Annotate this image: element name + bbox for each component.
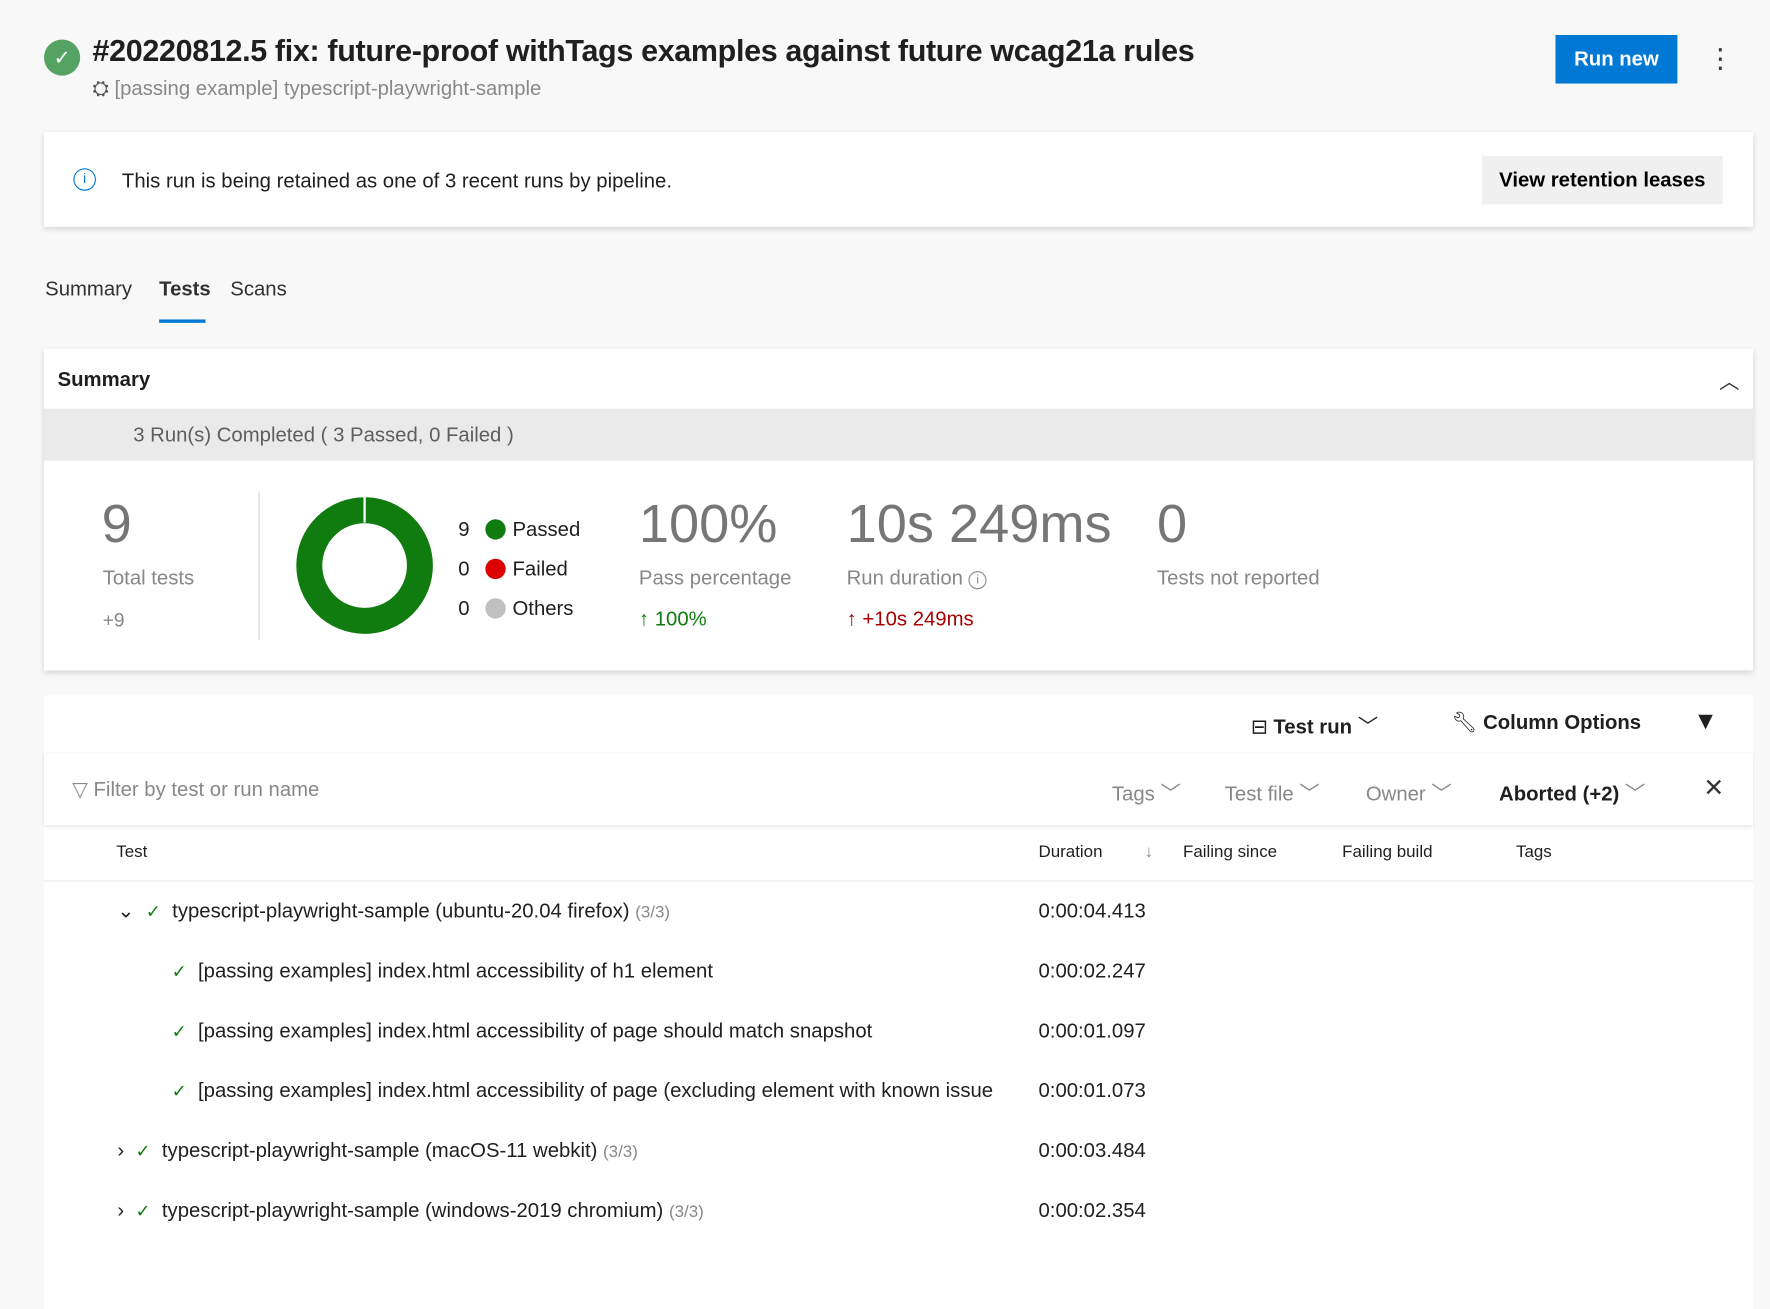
column-header-duration[interactable]: Duration — [1038, 842, 1102, 861]
arrow-up-icon: ↑ — [846, 607, 863, 630]
row-duration: 0:00:02.354 — [1038, 1198, 1146, 1222]
total-tests-value: 9 — [101, 494, 132, 555]
check-circle-icon: ✓ — [44, 39, 81, 76]
tab-scans[interactable]: Scans — [230, 278, 286, 302]
table-row[interactable]: ✓ [passing examples] index.html accessib… — [172, 959, 1016, 983]
pass-percentage-label: Pass percentage — [638, 566, 792, 590]
column-header-failing-since[interactable]: Failing since — [1183, 842, 1277, 861]
check-icon: ✓ — [135, 1142, 151, 1162]
check-icon: ✓ — [171, 962, 187, 983]
more-options-icon[interactable]: ⋮ — [1707, 43, 1734, 76]
run-duration-label: Run duration i — [847, 567, 987, 591]
divider — [258, 492, 260, 641]
row-duration: 0:00:03.484 — [1038, 1138, 1146, 1162]
info-icon: i — [73, 168, 96, 191]
summary-heading: Summary — [57, 367, 151, 391]
owner-dropdown[interactable]: Owner ﹀ — [1366, 778, 1452, 807]
group-icon: ⊟ — [1250, 715, 1274, 739]
test-run-groupby-button[interactable]: ⊟ Test run ﹀ — [1251, 711, 1378, 740]
view-retention-leases-button[interactable]: View retention leases — [1482, 155, 1723, 205]
filter-funnel-icon: ▽ — [72, 777, 94, 801]
chevron-down-icon: ⌄ — [117, 899, 135, 923]
header-divider — [44, 880, 1754, 882]
pass-percentage-value: 100% — [638, 494, 778, 555]
pass-percentage-delta: ↑ 100% — [638, 607, 707, 630]
chevron-down-icon: ﹀ — [1160, 782, 1181, 805]
run-new-button[interactable]: Run new — [1555, 34, 1678, 84]
total-tests-delta: +9 — [102, 609, 125, 631]
chevron-right-icon: › — [117, 1198, 125, 1222]
run-duration-delta: ↑ +10s 249ms — [846, 607, 974, 630]
table-row[interactable]: ⌄ ✓ typescript-playwright-sample (ubuntu… — [117, 900, 670, 924]
test-file-dropdown[interactable]: Test file ﹀ — [1225, 778, 1320, 807]
check-icon: ✓ — [145, 903, 161, 923]
wrench-icon: 🔧︎ — [1451, 711, 1484, 734]
tags-dropdown[interactable]: Tags ﹀ — [1112, 778, 1181, 807]
row-duration: 0:00:01.073 — [1038, 1079, 1146, 1102]
table-row[interactable]: › ✓ typescript-playwright-sample (macOS-… — [117, 1139, 637, 1163]
check-icon: ✓ — [135, 1202, 151, 1222]
not-reported-label: Tests not reported — [1157, 566, 1320, 590]
chevron-down-icon: ﹀ — [1299, 782, 1320, 805]
failed-dot-icon — [485, 558, 506, 580]
run-duration-value: 10s 249ms — [846, 494, 1112, 555]
filter-input[interactable]: ▽ Filter by test or run name — [72, 778, 319, 802]
active-tab-indicator — [159, 319, 206, 323]
tab-summary[interactable]: Summary — [45, 278, 132, 302]
chevron-down-icon: ﹀ — [1431, 782, 1452, 805]
not-reported-value: 0 — [1157, 494, 1188, 555]
others-dot-icon — [485, 598, 506, 619]
tab-tests[interactable]: Tests — [159, 278, 211, 302]
total-tests-label: Total tests — [102, 566, 195, 590]
table-row[interactable]: ✓ [passing examples] index.html accessib… — [172, 1019, 1016, 1043]
pipeline-name[interactable]: ⛭ [passing example] typescript-playwrigh… — [93, 77, 542, 101]
chevron-right-icon: › — [117, 1138, 125, 1162]
clear-filters-close-icon[interactable]: ✕ — [1703, 773, 1724, 802]
outcome-donut-chart — [296, 496, 433, 634]
column-header-test[interactable]: Test — [116, 842, 147, 861]
check-icon: ✓ — [171, 1082, 187, 1102]
info-icon: i — [968, 571, 987, 590]
chevron-up-icon[interactable]: ︿ — [1719, 366, 1739, 395]
legend-failed: 0 Failed — [458, 557, 568, 581]
column-options-button[interactable]: 🔧︎ Column Options — [1452, 711, 1641, 735]
row-duration: 0:00:01.097 — [1038, 1019, 1146, 1042]
row-duration: 0:00:02.247 — [1038, 959, 1146, 983]
page-title: #20220812.5 fix: future-proof withTags e… — [92, 33, 1195, 68]
banner-text: This run is being retained as one of 3 r… — [121, 169, 672, 192]
donut-passed-segment — [296, 497, 433, 634]
row-duration: 0:00:04.413 — [1038, 899, 1146, 923]
pipeline-icon: ⛭ — [92, 76, 115, 100]
legend-passed: 9 Passed — [458, 518, 581, 541]
chevron-down-icon: ﹀ — [1624, 782, 1646, 805]
passed-dot-icon — [485, 519, 506, 540]
filter-icon[interactable]: ▼ — [1693, 707, 1718, 736]
check-icon: ✓ — [171, 1022, 187, 1042]
table-row[interactable]: › ✓ typescript-playwright-sample (window… — [117, 1199, 703, 1223]
arrow-up-icon: ↑ — [638, 607, 655, 630]
runs-completed: 3 Run(s) Completed ( 3 Passed, 0 Failed … — [133, 423, 514, 446]
outcome-dropdown[interactable]: Aborted (+2) ﹀ — [1499, 778, 1645, 807]
sort-descending-icon[interactable]: ↓ — [1145, 842, 1153, 861]
chevron-down-icon: ﹀ — [1357, 715, 1379, 739]
column-header-tags[interactable]: Tags — [1516, 842, 1552, 861]
table-row[interactable]: ✓ [passing examples] index.html accessib… — [172, 1079, 1016, 1103]
column-header-failing-build[interactable]: Failing build — [1342, 842, 1432, 861]
legend-others: 0 Others — [458, 597, 574, 620]
